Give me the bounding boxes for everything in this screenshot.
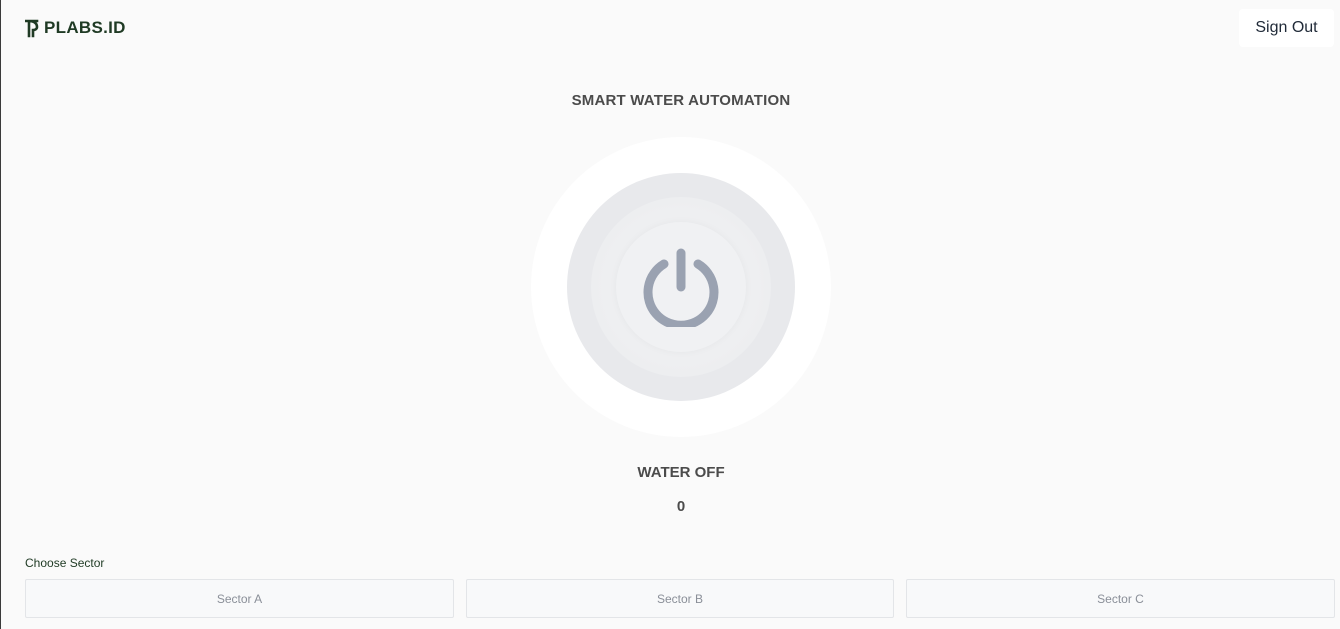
logo: PLABS.ID: [25, 18, 126, 38]
sector-a-button[interactable]: Sector A: [25, 579, 454, 618]
power-toggle-button[interactable]: [567, 173, 795, 401]
page-title: SMART WATER AUTOMATION: [571, 92, 791, 109]
logo-mark-icon: [25, 19, 39, 38]
choose-sector-label: Choose Sector: [25, 556, 105, 570]
logo-text: PLABS.ID: [44, 18, 126, 37]
water-count: 0: [676, 498, 686, 515]
sector-c-button[interactable]: Sector C: [906, 579, 1335, 618]
sign-out-button[interactable]: Sign Out: [1239, 9, 1334, 47]
water-status: WATER OFF: [637, 464, 725, 481]
sector-b-button[interactable]: Sector B: [466, 579, 894, 618]
power-button-core: [616, 222, 746, 352]
power-icon: [643, 248, 719, 327]
power-button-ring: [591, 197, 771, 377]
